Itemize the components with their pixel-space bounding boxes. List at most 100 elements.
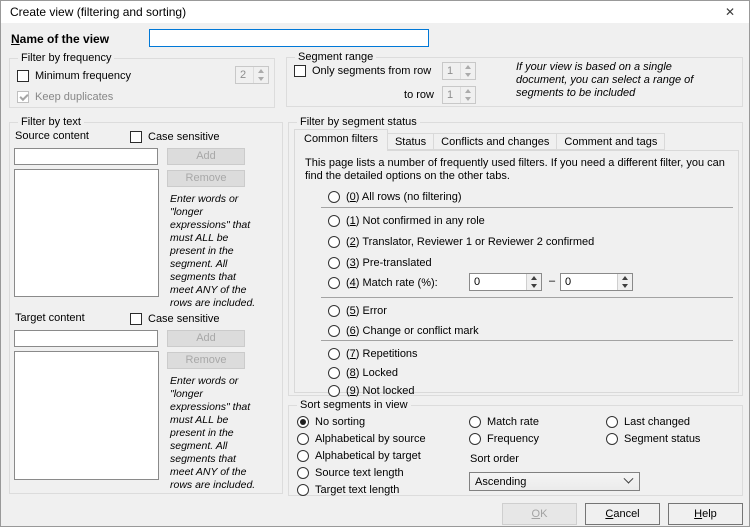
tab-status[interactable]: Status [387,133,434,150]
sort-option-frequency[interactable]: Frequency [469,431,539,446]
sort-option-label: No sorting [315,416,365,428]
source-content-note: Enter words or "longer expressions" that… [170,193,260,310]
sort-order-label: Sort order [470,453,519,465]
filter-option-7[interactable]: (7) Repetitions [328,346,418,361]
checkbox-icon [130,131,142,143]
spinner-buttons[interactable] [460,87,475,103]
radio-icon [606,416,618,428]
target-content-list[interactable] [14,351,159,480]
separator [321,340,733,341]
filter-option-3[interactable]: (3) Pre-translated [328,255,432,270]
tab-common-filters[interactable]: Common filters [294,129,388,151]
spinner-buttons[interactable] [253,67,268,83]
spinner-value: 0 [470,274,526,290]
match-rate-to-spinner[interactable]: 0 [560,273,633,291]
filter-by-text-label: Filter by text [18,115,84,129]
target-remove-button[interactable]: Remove [167,352,245,369]
source-content-list[interactable] [14,169,159,297]
target-case-sensitive-checkbox[interactable]: Case sensitive [130,311,220,326]
sort-segments-group: Sort segments in view No sorting Alphabe… [288,405,743,496]
spinner-up-icon[interactable] [461,63,475,71]
spinner-buttons[interactable] [617,274,632,290]
sort-order-value: Ascending [470,476,625,488]
spinner-down-icon[interactable] [254,75,268,83]
cancel-button[interactable]: Cancel [585,503,660,525]
source-content-input[interactable] [14,148,158,165]
help-button[interactable]: Help [668,503,743,525]
spinner-value: 1 [443,63,460,79]
spinner-up-icon[interactable] [254,67,268,75]
to-row-label: to row [372,89,434,101]
source-remove-button[interactable]: Remove [167,170,245,187]
source-add-button[interactable]: Add [167,148,245,165]
radio-icon [328,385,340,397]
sort-option-label: Alphabetical by target [315,450,421,462]
target-content-input[interactable] [14,330,158,347]
sort-option-label: Source text length [315,467,404,479]
filter-option-label: (6) Change or conflict mark [346,325,479,337]
spinner-up-icon[interactable] [461,87,475,95]
minimum-frequency-spinner[interactable]: 2 [235,66,269,84]
match-rate-range-dash: – [546,275,558,287]
checkbox-icon [130,313,142,325]
spinner-up-icon[interactable] [618,274,632,282]
filter-option-8[interactable]: (8) Locked [328,365,398,380]
case-sensitive-label: Case sensitive [148,131,220,143]
to-row-spinner[interactable]: 1 [442,86,476,104]
radio-icon [297,450,309,462]
sort-option-match-rate[interactable]: Match rate [469,414,539,429]
filter-option-6[interactable]: (6) Change or conflict mark [328,323,479,338]
close-button[interactable]: ✕ [715,1,745,23]
radio-icon [328,305,340,317]
radio-selected-icon [297,416,309,428]
only-segments-from-row-checkbox[interactable]: Only segments from row [294,63,431,78]
sort-option-alphabetical-by-source[interactable]: Alphabetical by source [297,431,426,446]
sort-option-no-sorting[interactable]: No sorting [297,414,365,429]
sort-option-last-changed[interactable]: Last changed [606,414,690,429]
tab-conflicts-and-changes[interactable]: Conflicts and changes [433,133,557,150]
radio-icon [328,191,340,203]
filter-option-4[interactable]: (4) Match rate (%): [328,275,438,290]
filter-by-frequency-label: Filter by frequency [18,51,114,65]
filter-option-5[interactable]: (5) Error [328,303,387,318]
spinner-down-icon[interactable] [618,282,632,290]
keep-duplicates-checkbox[interactable]: Keep duplicates [17,89,113,104]
sort-option-target-text-length[interactable]: Target text length [297,482,399,497]
sort-option-alphabetical-by-target[interactable]: Alphabetical by target [297,448,421,463]
radio-icon [297,484,309,496]
spinner-up-icon[interactable] [527,274,541,282]
filter-option-1[interactable]: (1) Not confirmed in any role [328,213,485,228]
sort-option-label: Frequency [487,433,539,445]
dialog-title: Create view (filtering and sorting) [10,1,186,23]
filter-option-label: (7) Repetitions [346,348,418,360]
spinner-buttons[interactable] [460,63,475,79]
sort-option-segment-status[interactable]: Segment status [606,431,700,446]
sort-order-dropdown[interactable]: Ascending [469,472,640,491]
spinner-down-icon[interactable] [527,282,541,290]
close-icon: ✕ [725,5,735,19]
view-name-input[interactable] [149,29,429,47]
ok-button[interactable]: OK [502,503,577,525]
spinner-value: 1 [443,87,460,103]
source-content-label: Source content [15,130,89,142]
filter-option-label: (1) Not confirmed in any role [346,215,485,227]
radio-icon [297,433,309,445]
sort-option-source-text-length[interactable]: Source text length [297,465,404,480]
spinner-down-icon[interactable] [461,71,475,79]
tab-comment-and-tags[interactable]: Comment and tags [556,133,665,150]
match-rate-from-spinner[interactable]: 0 [469,273,542,291]
common-filters-intro: This page lists a number of frequently u… [305,157,733,183]
from-row-spinner[interactable]: 1 [442,62,476,80]
source-case-sensitive-checkbox[interactable]: Case sensitive [130,129,220,144]
filter-option-2[interactable]: (2) Translator, Reviewer 1 or Reviewer 2… [328,234,594,249]
spinner-down-icon[interactable] [461,95,475,103]
filter-option-9[interactable]: (9) Not locked [328,383,415,398]
filter-by-segment-status-group: Filter by segment status Common filters … [288,122,743,396]
target-add-button[interactable]: Add [167,330,245,347]
minimum-frequency-checkbox[interactable]: Minimum frequency [17,68,131,83]
sort-option-label: Last changed [624,416,690,428]
spinner-buttons[interactable] [526,274,541,290]
titlebar: Create view (filtering and sorting) ✕ [1,1,749,23]
filter-option-0[interactable]: (0) All rows (no filtering) [328,189,462,204]
create-view-dialog: Create view (filtering and sorting) ✕ Na… [0,0,750,527]
